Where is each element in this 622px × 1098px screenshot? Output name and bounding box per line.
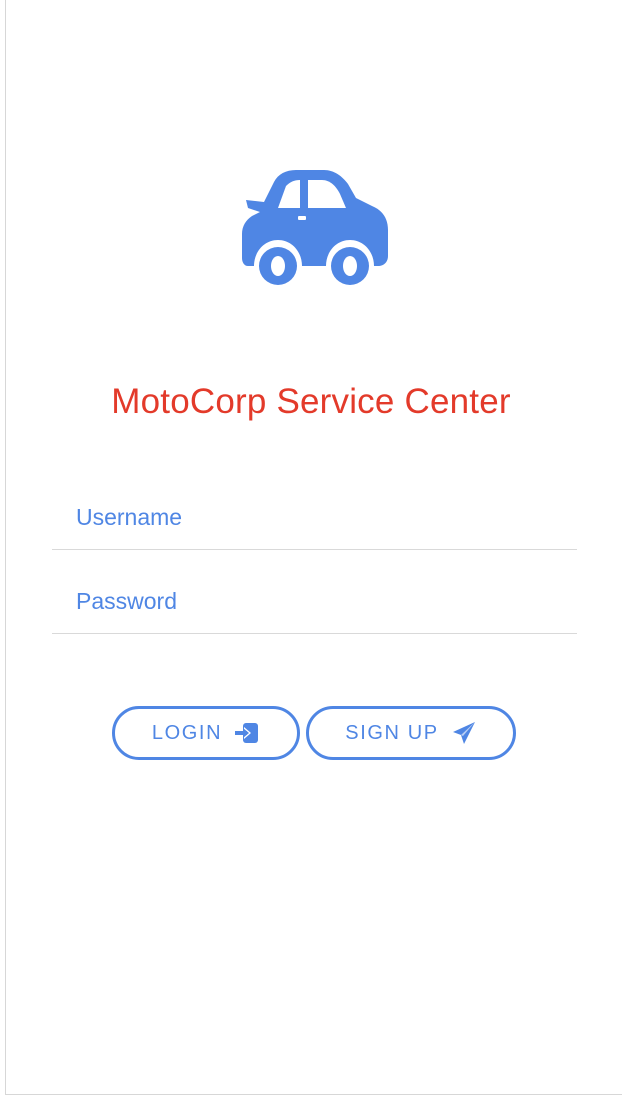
password-input[interactable] (76, 583, 556, 619)
app-title: MotoCorp Service Center (111, 382, 511, 421)
paper-plane-icon (451, 720, 477, 746)
sign-in-icon (234, 720, 260, 746)
username-field (52, 478, 577, 550)
sign-up-button-label: SIGN UP (345, 721, 439, 744)
car-icon (238, 168, 392, 286)
sign-up-button[interactable]: SIGN UP (306, 706, 516, 760)
login-button-label: LOGIN (151, 721, 223, 744)
username-input[interactable] (76, 499, 556, 535)
login-button[interactable]: LOGIN (112, 706, 300, 760)
password-field (52, 562, 577, 634)
